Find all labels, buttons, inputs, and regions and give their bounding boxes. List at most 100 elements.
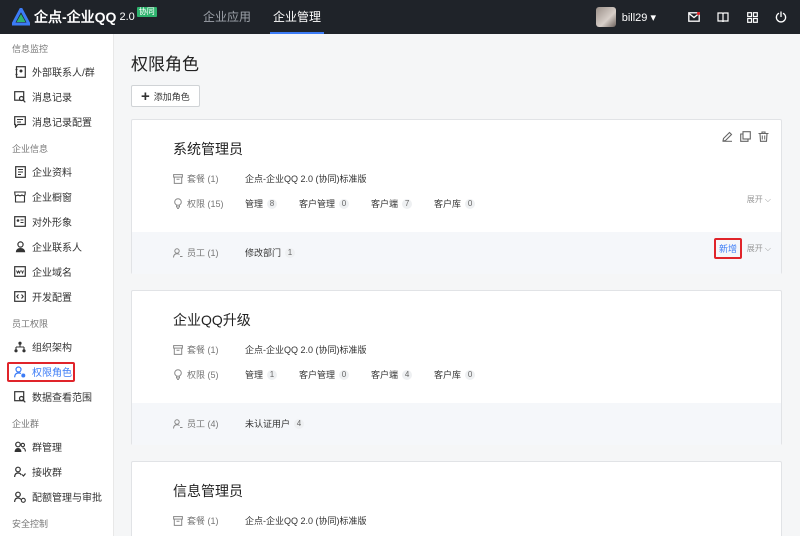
perm-tag-customer-manage[interactable]: 客户管理 0 — [299, 368, 350, 381]
sidebar-item-label: 企业域名 — [32, 268, 72, 279]
sidebar-item-enterprise-domain[interactable]: 企业域名 — [0, 259, 113, 284]
permission-expand-toggle[interactable]: 展开 ⌵ — [747, 194, 771, 205]
sidebar: 信息监控 外部联系人/群 消息记录 消息记录配置 企业信息 企业资料 企业橱窗 … — [0, 34, 114, 536]
package-label: 套餐 (1) — [173, 514, 245, 527]
staff-tag[interactable]: 未认证用户 4 — [245, 417, 305, 430]
logout-icon[interactable] — [774, 10, 788, 24]
logo-text: 企点-企业QQ — [34, 9, 117, 25]
sidebar-item-permission-roles[interactable]: 权限角色 — [0, 359, 113, 384]
group-quota-icon — [14, 491, 26, 503]
sidebar-group-enterprise-groups: 企业群 — [12, 419, 40, 429]
sidebar-item-group-management[interactable]: 群管理 — [0, 434, 113, 459]
package-value: 企点-企业QQ 2.0 (协同)标准版 — [245, 345, 367, 355]
role-card: 信息管理员 套餐 (1) 企点-企业QQ 2.0 (协同)标准版 — [131, 461, 782, 536]
group-receive-icon — [14, 466, 26, 478]
delete-icon[interactable] — [757, 130, 769, 142]
sidebar-item-label: 群管理 — [32, 443, 62, 454]
staff-band: 员工 (4) 未认证用户 4 — [132, 403, 781, 445]
sidebar-item-external-contacts[interactable]: 外部联系人/群 — [0, 59, 113, 84]
nav-enterprise-apps[interactable]: 企业应用 — [194, 0, 260, 34]
staff-row: 员工 (4) 未认证用户 4 — [173, 417, 326, 430]
package-icon — [173, 173, 184, 184]
perm-tag-manage[interactable]: 管理 1 — [245, 368, 278, 381]
add-role-button[interactable]: + 添加角色 — [131, 85, 200, 107]
sidebar-item-receive-groups[interactable]: 接收群 — [0, 459, 113, 484]
group-icon — [14, 441, 26, 453]
role-actions — [715, 130, 769, 142]
package-value: 企点-企业QQ 2.0 (协同)标准版 — [245, 516, 367, 526]
code-icon — [14, 291, 26, 303]
staff-label: 员工 (1) — [173, 246, 245, 259]
sidebar-item-enterprise-contacts[interactable]: 企业联系人 — [0, 234, 113, 259]
staff-row: 员工 (1) 修改部门 1 — [173, 246, 317, 259]
sidebar-item-label: 组织架构 — [32, 343, 72, 354]
top-nav: 企业应用 企业管理 — [194, 0, 334, 34]
staff-icon — [173, 247, 184, 258]
sidebar-item-label: 接收群 — [32, 468, 62, 479]
logo-badge: 协同 — [136, 7, 157, 17]
logo-icon — [10, 5, 32, 26]
bulb-icon — [173, 198, 184, 209]
perm-tag-client[interactable]: 客户端 4 — [371, 368, 413, 381]
profile-card-icon — [14, 216, 26, 228]
highlight-box — [7, 362, 75, 382]
sidebar-group-info-monitor: 信息监控 — [12, 44, 49, 54]
message-settings-icon — [14, 115, 26, 128]
sidebar-item-message-records[interactable]: 消息记录 — [0, 84, 113, 109]
org-chart-icon — [14, 341, 26, 353]
sidebar-item-enterprise-showcase[interactable]: 企业橱窗 — [0, 184, 113, 209]
person-icon — [14, 240, 26, 253]
top-bar: 企点-企业QQ 2.0 协同 企业应用 企业管理 bill29 ▾ — [0, 0, 800, 34]
sidebar-item-label: 数据查看范围 — [32, 393, 92, 404]
sidebar-item-enterprise-profile[interactable]: 企业资料 — [0, 159, 113, 184]
sidebar-group-enterprise-info: 企业信息 — [12, 144, 49, 154]
permission-row: 权限 (5) 管理 1 客户管理 0 客户端 4 客户库 0 — [173, 368, 497, 381]
logo-version: 2.0 — [119, 11, 135, 23]
sidebar-item-label: 配额管理与审批 — [32, 493, 102, 504]
perm-tag-client[interactable]: 客户端 7 — [371, 197, 413, 210]
perm-tag-customer-library[interactable]: 客户库 0 — [434, 197, 476, 210]
sidebar-item-org-structure[interactable]: 组织架构 — [0, 334, 113, 359]
logo[interactable]: 企点-企业QQ 2.0 协同 — [10, 5, 172, 27]
username-dropdown[interactable]: bill29 ▾ — [622, 11, 656, 24]
sidebar-item-quota-approval[interactable]: 配额管理与审批 — [0, 484, 113, 509]
sidebar-item-label: 对外形象 — [32, 218, 72, 229]
main-content: 权限角色 + 添加角色 系统管理员 套餐 (1) 企点-企业QQ 2.0 (协同… — [114, 34, 800, 536]
page-title: 权限角色 — [131, 55, 199, 74]
sidebar-item-label: 企业橱窗 — [32, 193, 72, 204]
message-search-icon — [14, 90, 26, 103]
add-staff-button[interactable]: 新增 — [713, 238, 742, 259]
perm-tag-manage[interactable]: 管理 8 — [245, 197, 278, 210]
edit-icon[interactable] — [721, 130, 733, 142]
sidebar-item-label: 企业资料 — [32, 168, 72, 179]
role-name: 系统管理员 — [173, 141, 243, 157]
package-icon — [173, 344, 184, 355]
copy-icon[interactable] — [739, 130, 751, 142]
bulb-icon — [173, 369, 184, 380]
mail-icon[interactable] — [687, 10, 701, 24]
nav-enterprise-management[interactable]: 企业管理 — [264, 0, 330, 34]
perm-tag-customer-library[interactable]: 客户库 0 — [434, 368, 476, 381]
sidebar-item-data-view-scope[interactable]: 数据查看范围 — [0, 384, 113, 409]
perm-tag-customer-manage[interactable]: 客户管理 0 — [299, 197, 350, 210]
sidebar-item-message-record-config[interactable]: 消息记录配置 — [0, 109, 113, 134]
avatar[interactable] — [595, 7, 616, 27]
staff-expand-toggle[interactable]: 展开 ⌵ — [747, 243, 771, 254]
document-icon — [14, 165, 26, 178]
domain-icon — [14, 266, 26, 278]
book-icon[interactable] — [716, 10, 730, 24]
top-right-tools: bill29 ▾ — [595, 0, 788, 34]
permission-row: 权限 (15) 管理 8 客户管理 0 客户端 7 客户库 0 — [173, 197, 497, 210]
sidebar-item-dev-config[interactable]: 开发配置 — [0, 284, 113, 309]
apps-grid-icon[interactable] — [745, 10, 759, 24]
staff-label: 员工 (4) — [173, 417, 245, 430]
sidebar-item-external-image[interactable]: 对外形象 — [0, 209, 113, 234]
staff-band: 员工 (1) 修改部门 1 新增 展开 ⌵ — [132, 232, 781, 274]
role-card: 企业QQ升级 套餐 (1) 企点-企业QQ 2.0 (协同)标准版 权限 (5)… — [131, 290, 782, 445]
staff-tag[interactable]: 修改部门 1 — [245, 246, 296, 259]
package-row: 套餐 (1) 企点-企业QQ 2.0 (协同)标准版 — [173, 343, 367, 356]
package-row: 套餐 (1) 企点-企业QQ 2.0 (协同)标准版 — [173, 172, 367, 185]
role-name: 信息管理员 — [173, 483, 243, 499]
package-label: 套餐 (1) — [173, 172, 245, 185]
sidebar-group-security-control: 安全控制 — [12, 519, 49, 529]
